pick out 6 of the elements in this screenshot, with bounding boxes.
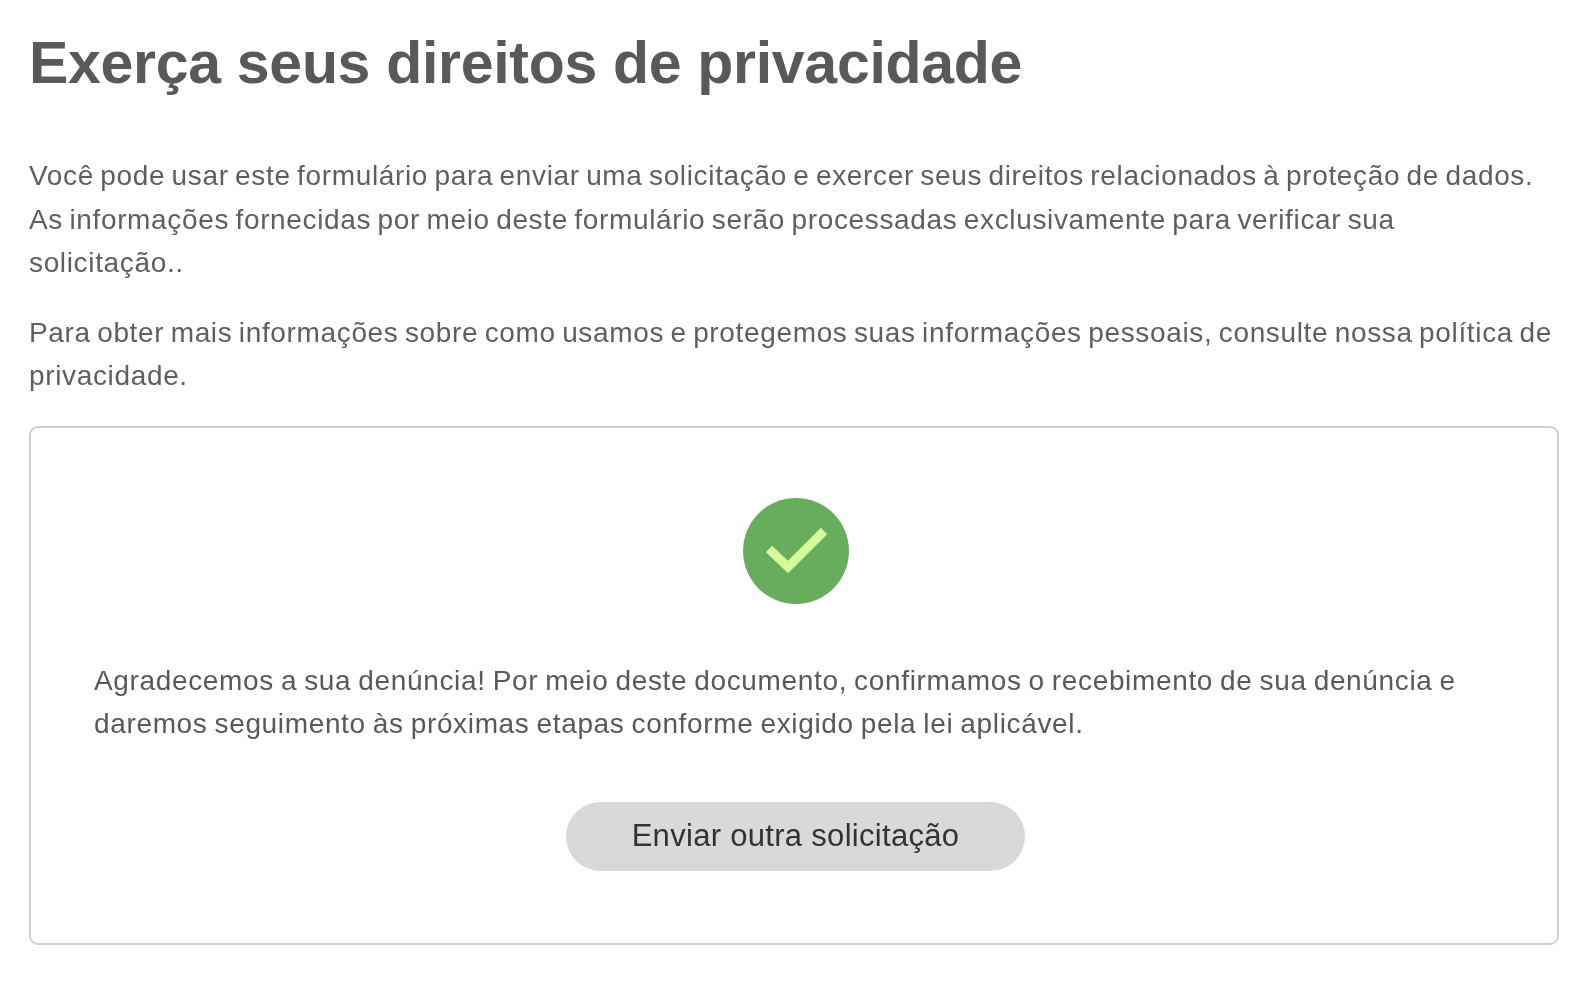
confirmation-message: Agradecemos a sua denúncia! Por meio deste documento, confirmamos o recebimento de sua denúncia e daremos seguimento às próximas etapas conforme exigido pela lei aplicável. — [94, 663, 1457, 741]
intro-paragraph: Você pode usar este formulário para enviar uma solicitação e exercer seus direitos relacionados à proteção de dados. As informações fornecidas por meio deste formulário serão processadas exclusivamente para verificar sua solicitação.. — [29, 159, 1535, 280]
check-circle-icon — [742, 497, 849, 604]
intro-paragraph: Para obter mais informações sobre como usamos e protegemos suas informações pessoais, consulte nossa política de privacidade. — [29, 315, 1553, 393]
page-title: Exerça seus direitos de privacidade — [29, 29, 1023, 98]
new-request-button[interactable]: Enviar outra solicitação — [566, 801, 1025, 871]
